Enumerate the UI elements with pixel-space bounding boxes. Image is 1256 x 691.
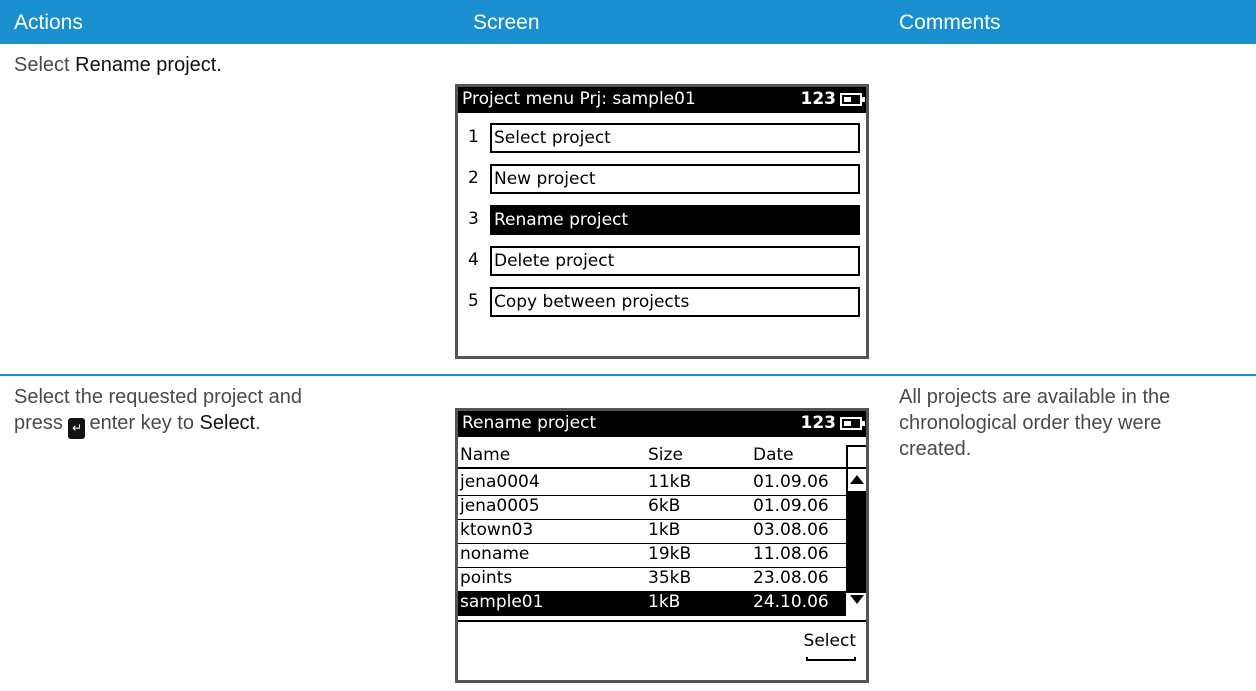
softkey-divider — [458, 620, 866, 622]
table-row[interactable]: jena0004 11kB 01.09.06 — [458, 472, 846, 496]
select-softkey[interactable]: Select — [804, 631, 856, 651]
action-text-1: Select Rename project. — [14, 54, 222, 76]
table-header: Actions Screen Comments — [0, 0, 1256, 44]
device-screen-rename-project: Rename project 123 Name Size Date jena00… — [455, 408, 869, 683]
table-row[interactable]: jena0005 6kB 01.09.06 — [458, 496, 846, 520]
table-cell: sample01 — [460, 592, 544, 612]
device-screen-project-menu: Project menu Prj: sample01 123 1 Select p… — [455, 84, 869, 359]
table-header-row: Name Size Date — [458, 445, 866, 469]
table-cell: noname — [460, 544, 530, 564]
menu-item-label[interactable]: Rename project — [490, 205, 860, 235]
screen-titlebar: Project menu Prj: sample01 123 — [458, 87, 866, 113]
menu-item-number: 5 — [468, 291, 479, 311]
column-header-name: Name — [460, 445, 511, 465]
header-screen: Screen — [473, 11, 540, 34]
table-cell: 19kB — [648, 544, 692, 564]
table-cell: 23.08.06 — [753, 568, 829, 588]
action-bold-1: Rename project. — [75, 54, 222, 76]
menu-item-4[interactable]: 4 Delete project — [458, 246, 866, 276]
table-cell: 11.08.06 — [753, 544, 829, 564]
table-cell: 1kB — [648, 520, 681, 540]
menu-item-label[interactable]: New project — [490, 164, 860, 194]
menu-item-3[interactable]: 3 Rename project — [458, 205, 866, 235]
column-header-date: Date — [753, 445, 794, 465]
table-cell: 01.09.06 — [753, 496, 829, 516]
arrow-down-icon[interactable] — [850, 595, 864, 604]
column-header-size: Size — [648, 445, 683, 465]
table-cell: 11kB — [648, 472, 692, 492]
scrollbar-thumb[interactable] — [846, 491, 866, 593]
input-mode-indicator: 123 — [800, 89, 837, 109]
menu-item-number: 2 — [468, 168, 479, 188]
table-cell: 6kB — [648, 496, 681, 516]
table-cell: 24.10.06 — [753, 592, 829, 612]
table-row[interactable]: noname 19kB 11.08.06 — [458, 544, 846, 568]
table-cell: 1kB — [648, 592, 681, 612]
comment-text: All projects are available in the chrono… — [899, 386, 1171, 460]
action-bold-2: Select — [199, 412, 256, 434]
input-mode-indicator: 123 — [800, 413, 837, 433]
table-row[interactable]: sample01 1kB 24.10.06 — [458, 592, 846, 616]
table-cell: jena0004 — [460, 472, 540, 492]
table-cell: 35kB — [648, 568, 692, 588]
table-cell: ktown03 — [460, 520, 534, 540]
menu-item-number: 3 — [468, 209, 479, 229]
enter-key-indicator-icon — [806, 657, 856, 661]
menu-item-number: 4 — [468, 250, 479, 270]
screen-title: Rename project — [462, 413, 597, 433]
row-divider — [0, 374, 1256, 376]
menu-item-label[interactable]: Select project — [490, 123, 860, 153]
header-comments: Comments — [899, 11, 1001, 34]
menu-item-label[interactable]: Copy between projects — [490, 287, 860, 317]
screen-title: Project menu Prj: sample01 — [462, 89, 696, 109]
battery-icon — [840, 93, 865, 106]
table-row[interactable]: ktown03 1kB 03.08.06 — [458, 520, 846, 544]
table-cell: points — [460, 568, 513, 588]
table-cell: 03.08.06 — [753, 520, 829, 540]
menu-item-number: 1 — [468, 127, 479, 147]
header-actions: Actions — [14, 11, 83, 34]
menu-item-5[interactable]: 5 Copy between projects — [458, 287, 866, 317]
menu-item-2[interactable]: 2 New project — [458, 164, 866, 194]
table-row[interactable]: points 35kB 23.08.06 — [458, 568, 846, 592]
battery-icon — [840, 417, 865, 430]
table-cell: 01.09.06 — [753, 472, 829, 492]
enter-key-icon: ↵ — [68, 418, 86, 439]
screen-titlebar: Rename project 123 — [458, 411, 866, 437]
table-cell: jena0005 — [460, 496, 540, 516]
menu-item-label[interactable]: Delete project — [490, 246, 860, 276]
arrow-up-icon[interactable] — [850, 475, 864, 484]
action-text-2: Select the requested project and press ↵… — [14, 384, 434, 439]
menu-item-1[interactable]: 1 Select project — [458, 123, 866, 153]
